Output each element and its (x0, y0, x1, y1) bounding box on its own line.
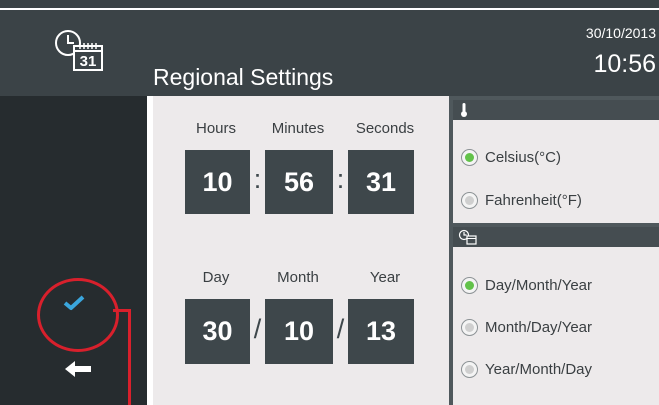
hours-label: Hours (195, 120, 236, 137)
date-format-panel: Day/Month/Year Month/Day/Year Year/Month… (453, 227, 659, 405)
fahrenheit-option[interactable]: Fahrenheit(°F) (461, 189, 582, 211)
date-format-mdy-label: Month/Day/Year (485, 318, 593, 336)
top-strip (0, 0, 659, 10)
thermometer-icon (461, 103, 467, 117)
seconds-value[interactable]: 31 (348, 150, 414, 214)
highlight-circle (37, 278, 119, 352)
date-format-ymd-radio[interactable] (461, 360, 478, 378)
back-button[interactable] (56, 354, 100, 384)
temperature-unit-panel: Celsius(°C) Fahrenheit(°F) (453, 100, 659, 223)
date-format-ymd-option[interactable]: Year/Month/Day (461, 358, 592, 380)
clock-calendar-icon: 31 (52, 28, 112, 76)
date-format-dmy-option[interactable]: Day/Month/Year (461, 274, 592, 296)
month-label: Month (277, 269, 319, 286)
day-label: Day (202, 269, 230, 286)
year-value[interactable]: 13 (348, 299, 414, 364)
date-format-mdy-radio[interactable] (461, 318, 478, 336)
day-value[interactable]: 30 (185, 299, 250, 364)
back-arrow-icon (65, 361, 91, 377)
top-strip-bar (0, 0, 659, 8)
date-format-dmy-radio[interactable] (461, 276, 478, 294)
temperature-panel-header (453, 100, 659, 120)
year-label: Year (369, 269, 401, 286)
header-time: 10:56 (593, 50, 656, 78)
calendar-day-number: 31 (80, 53, 97, 70)
time-date-panel: Hours Minutes Seconds 10 : 56 : 31 Day M… (153, 96, 449, 405)
date-separator: / (253, 314, 262, 344)
celsius-radio[interactable] (461, 148, 478, 166)
date-format-mdy-option[interactable]: Month/Day/Year (461, 316, 592, 338)
seconds-label: Seconds (355, 120, 415, 137)
fahrenheit-label: Fahrenheit(°F) (485, 191, 582, 209)
highlight-connector-vertical (128, 309, 131, 405)
settings-column: Celsius(°C) Fahrenheit(°F) Day/Month/Yea… (449, 96, 659, 405)
time-separator: : (336, 164, 345, 194)
date-separator: / (336, 314, 345, 344)
date-format-dmy-label: Day/Month/Year (485, 276, 593, 294)
clock-calendar-icon (458, 229, 477, 245)
month-value[interactable]: 10 (265, 299, 333, 364)
sidebar (0, 96, 147, 405)
celsius-label: Celsius(°C) (485, 148, 562, 166)
date-format-ymd-label: Year/Month/Day (485, 360, 593, 378)
header-bar: 31 Regional Settings 30/10/2013 10:56 (0, 10, 659, 96)
header-date: 30/10/2013 (585, 25, 656, 41)
celsius-option[interactable]: Celsius(°C) (461, 146, 561, 168)
fahrenheit-radio[interactable] (461, 191, 478, 209)
time-separator: : (253, 164, 262, 194)
minutes-value[interactable]: 56 (265, 150, 333, 214)
page-title: Regional Settings (153, 64, 334, 90)
hours-value[interactable]: 10 (185, 150, 250, 214)
minutes-label: Minutes (271, 120, 325, 137)
date-format-panel-header (453, 227, 659, 247)
